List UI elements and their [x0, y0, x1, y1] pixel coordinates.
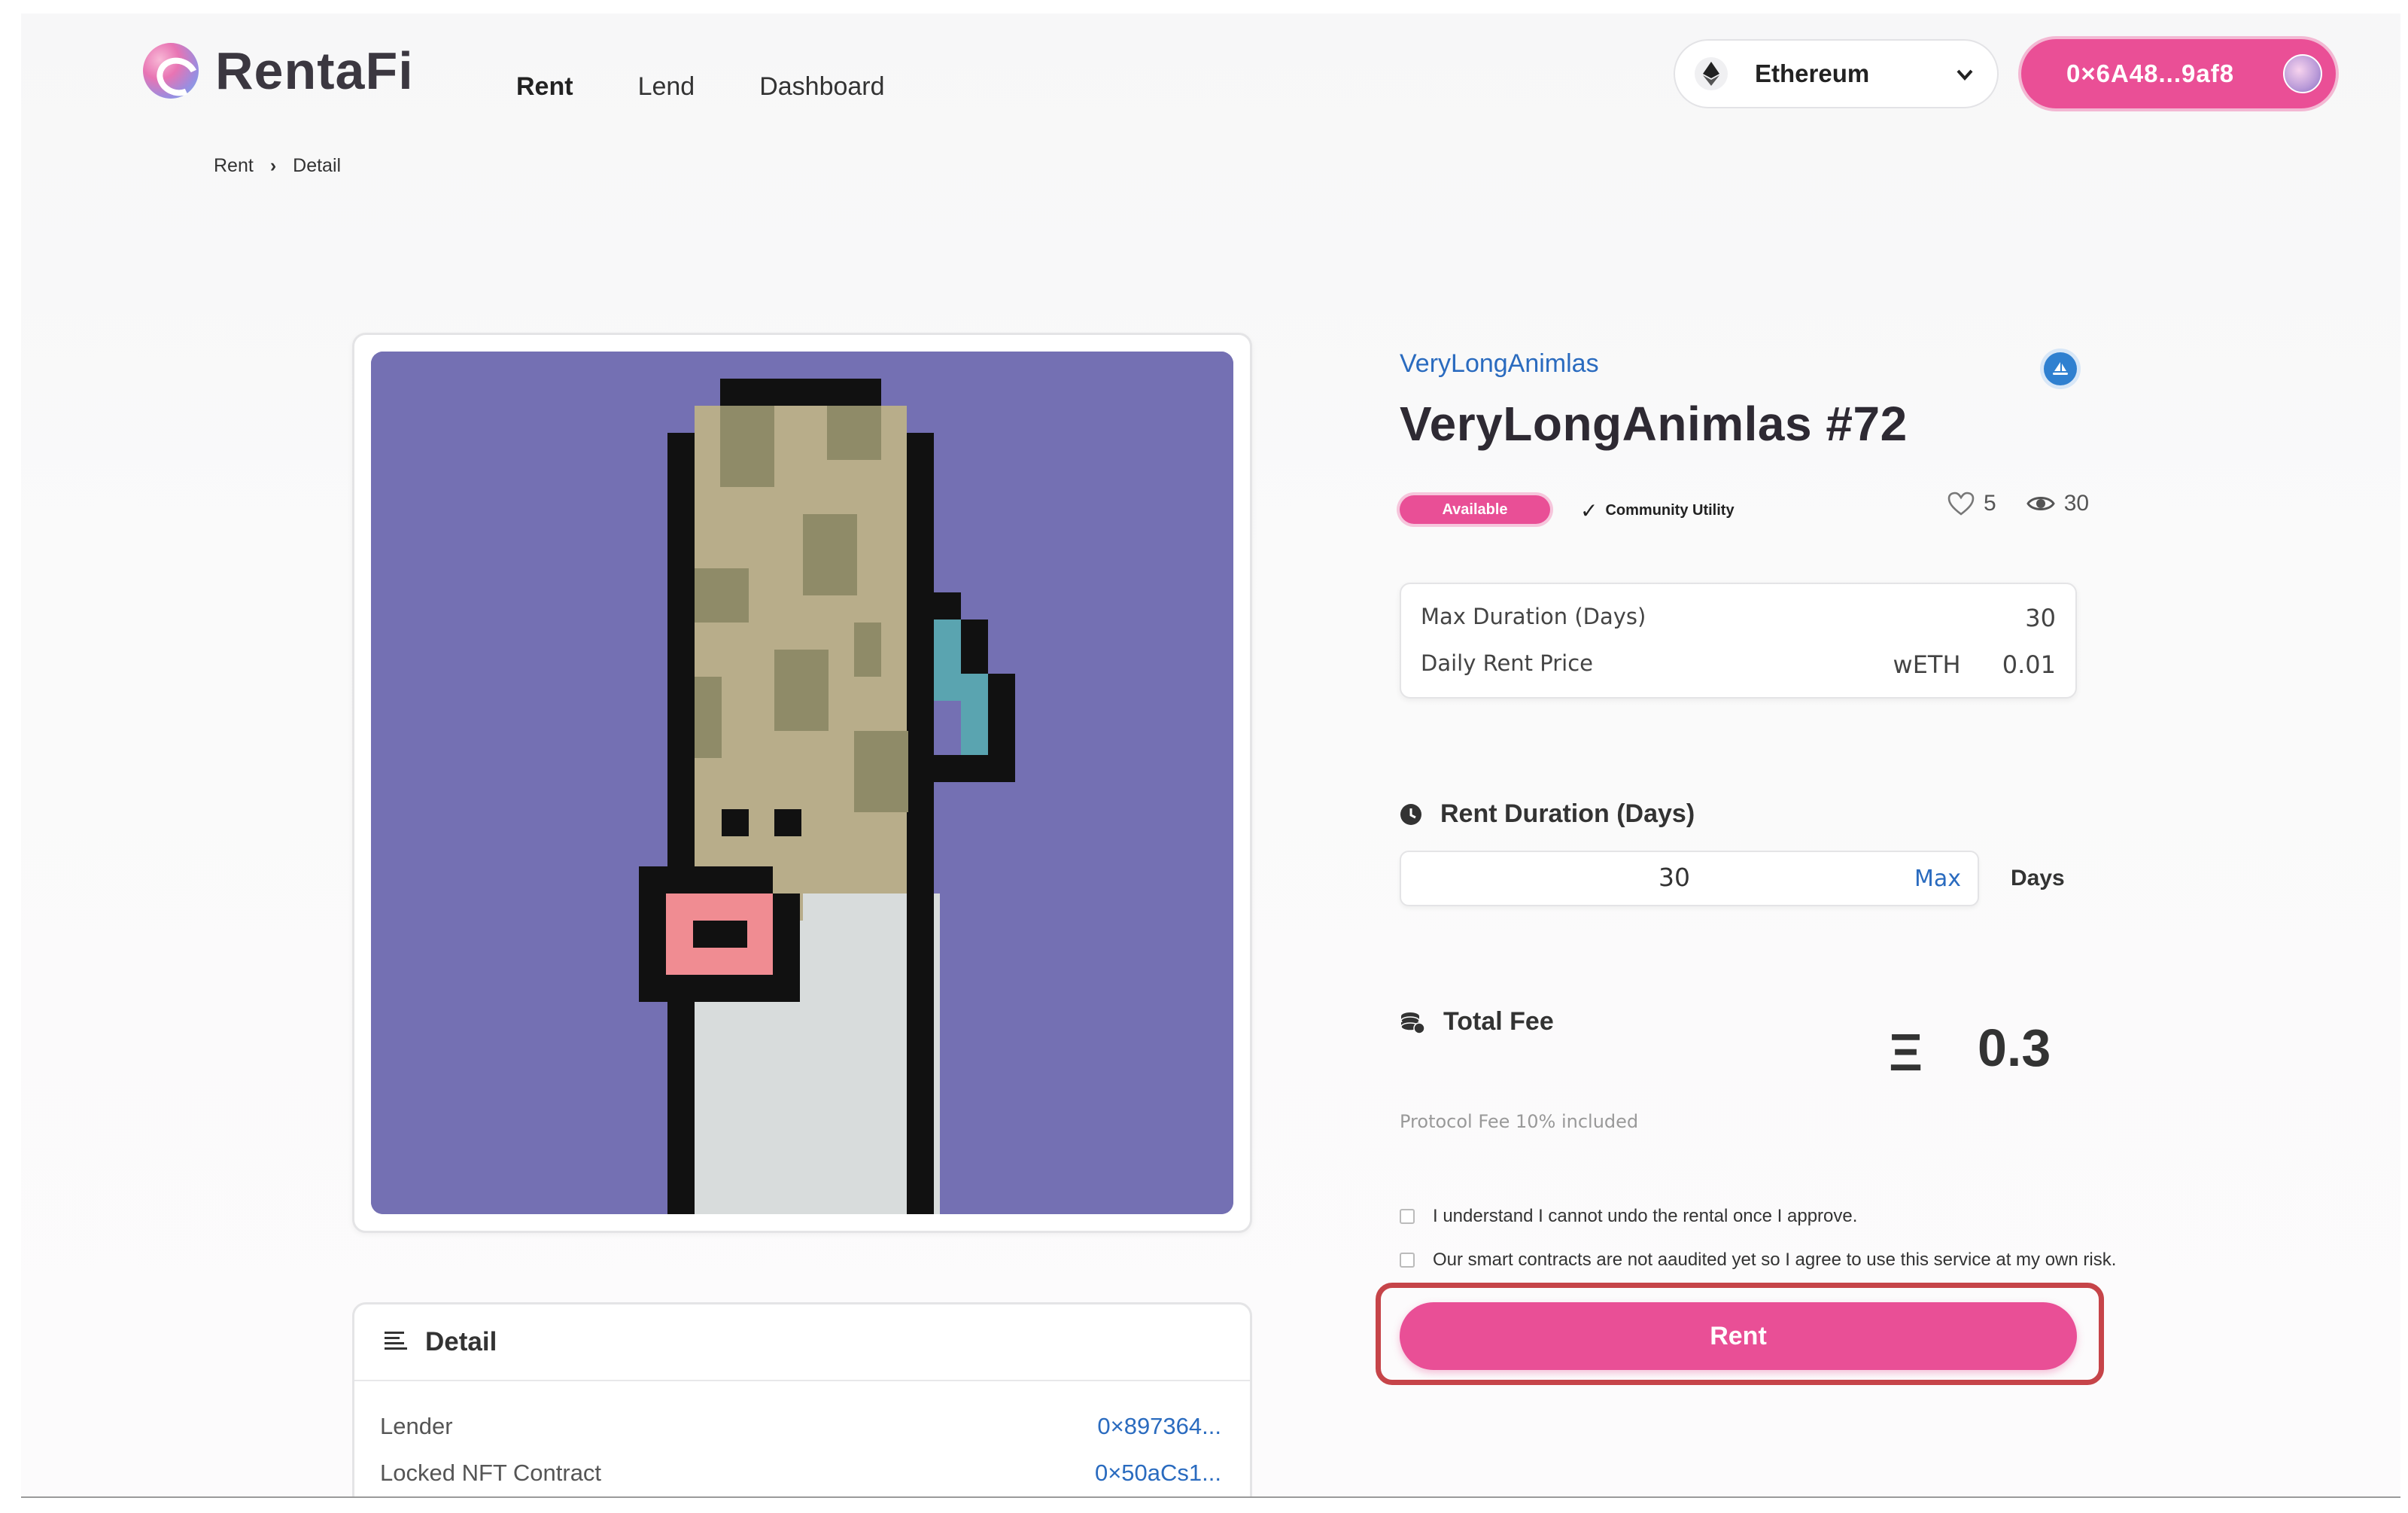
contract-address-link[interactable]: 0×50aCs1... — [1095, 1460, 1221, 1487]
breadcrumb: Rent › Detail — [214, 155, 341, 177]
daily-price-currency: wETH — [1893, 650, 1961, 679]
days-unit-label: Days — [2011, 866, 2065, 890]
eye-icon — [2026, 497, 2055, 510]
agreement-undo-label[interactable]: I understand I cannot undo the rental on… — [1433, 1206, 1857, 1227]
max-button[interactable]: Max — [1914, 866, 1961, 892]
protocol-fee-note: Protocol Fee 10% included — [1400, 1111, 1639, 1132]
rent-duration-value: 30 — [1659, 863, 1690, 892]
total-fee-label: Total Fee — [1443, 1007, 1554, 1036]
app-window: RentaFi Rent Lend Dashboard Ethereum 0×6… — [21, 14, 2400, 1498]
breadcrumb-separator: › — [269, 155, 277, 176]
eth-symbol-icon: Ξ — [1889, 1023, 1923, 1082]
avatar — [2283, 54, 2322, 93]
views-count: 30 — [2063, 491, 2090, 516]
rent-duration-input[interactable]: 30 Max — [1400, 851, 1979, 906]
nft-pixel-art — [371, 352, 1233, 1214]
chain-selector[interactable]: Ethereum — [1674, 39, 1999, 108]
likes-count: 5 — [1984, 491, 1996, 516]
chain-label: Ethereum — [1755, 59, 1870, 87]
utility-label: Community Utility — [1605, 502, 1735, 519]
coins-icon — [1400, 1012, 1425, 1034]
ethereum-icon — [1695, 57, 1728, 90]
nft-stats: 5 30 — [1947, 491, 2089, 516]
rent-duration-label: Rent Duration (Days) — [1440, 799, 1695, 828]
agreement-risk-label[interactable]: Our smart contracts are not aaudited yet… — [1433, 1250, 2116, 1271]
rental-terms-box: Max Duration (Days) 30 Daily Rent Price … — [1400, 583, 2077, 699]
nft-image-card — [352, 333, 1252, 1233]
detail-card: Detail Lender 0×897364... Locked NFT Con… — [352, 1302, 1252, 1496]
main-nav: Rent Lend Dashboard — [516, 72, 950, 102]
brand-name: RentaFi — [215, 41, 414, 100]
detail-header[interactable]: Detail — [354, 1304, 1250, 1381]
list-icon — [385, 1331, 407, 1354]
max-duration-row: Max Duration (Days) 30 — [1421, 604, 2056, 632]
rent-duration-heading: Rent Duration (Days) — [1400, 799, 1695, 829]
check-icon: ✓ — [1580, 499, 1598, 522]
agreement-undo-checkbox[interactable] — [1400, 1209, 1415, 1224]
breadcrumb-rent[interactable]: Rent — [214, 155, 254, 177]
status-badge: Available — [1400, 495, 1550, 524]
wallet-button[interactable]: 0×6A48...9af8 — [2021, 39, 2336, 108]
nft-image — [371, 352, 1233, 1214]
heart-icon — [1947, 492, 1975, 516]
nft-title: VeryLongAnimlas #72 — [1400, 397, 1908, 451]
breadcrumb-detail: Detail — [293, 155, 342, 176]
detail-row-lender: Lender 0×897364... — [380, 1413, 1221, 1440]
agreement-undo: I understand I cannot undo the rental on… — [1400, 1206, 1857, 1227]
clock-icon — [1400, 803, 1421, 825]
rentafi-logo-icon — [143, 43, 199, 99]
daily-price-label: Daily Rent Price — [1421, 650, 1593, 676]
utility-badge: ✓ Community Utility — [1580, 498, 1735, 523]
nav-item-rent[interactable]: Rent — [516, 72, 573, 102]
nav-item-lend[interactable]: Lend — [638, 72, 695, 102]
agreement-risk-checkbox[interactable] — [1400, 1253, 1415, 1268]
max-duration-label: Max Duration (Days) — [1421, 604, 1646, 629]
total-fee-value: 0.3 — [1978, 1018, 2051, 1077]
rent-button[interactable]: Rent — [1400, 1302, 2077, 1370]
daily-price-value: 0.01 — [2002, 650, 2056, 679]
wallet-address: 0×6A48...9af8 — [2066, 59, 2235, 87]
views-stat: 30 — [2026, 491, 2089, 516]
agreement-risk: Our smart contracts are not aaudited yet… — [1400, 1250, 2116, 1271]
max-duration-value: 30 — [2025, 604, 2056, 632]
opensea-icon[interactable] — [2044, 352, 2077, 385]
detail-row-key: Lender — [380, 1413, 453, 1439]
collection-link[interactable]: VeryLongAnimlas — [1400, 349, 1599, 379]
likes-stat[interactable]: 5 — [1947, 491, 1996, 516]
nav-item-dashboard[interactable]: Dashboard — [759, 72, 884, 102]
chevron-down-icon — [1955, 65, 1975, 88]
daily-price-row: Daily Rent Price wETH 0.01 — [1421, 650, 2056, 679]
total-fee-heading: Total Fee — [1400, 1007, 1554, 1037]
detail-title: Detail — [425, 1327, 497, 1356]
detail-row-contract: Locked NFT Contract 0×50aCs1... — [380, 1460, 1221, 1487]
brand-logo[interactable]: RentaFi — [143, 41, 414, 101]
detail-row-key: Locked NFT Contract — [380, 1460, 602, 1486]
lender-address-link[interactable]: 0×897364... — [1097, 1413, 1221, 1440]
